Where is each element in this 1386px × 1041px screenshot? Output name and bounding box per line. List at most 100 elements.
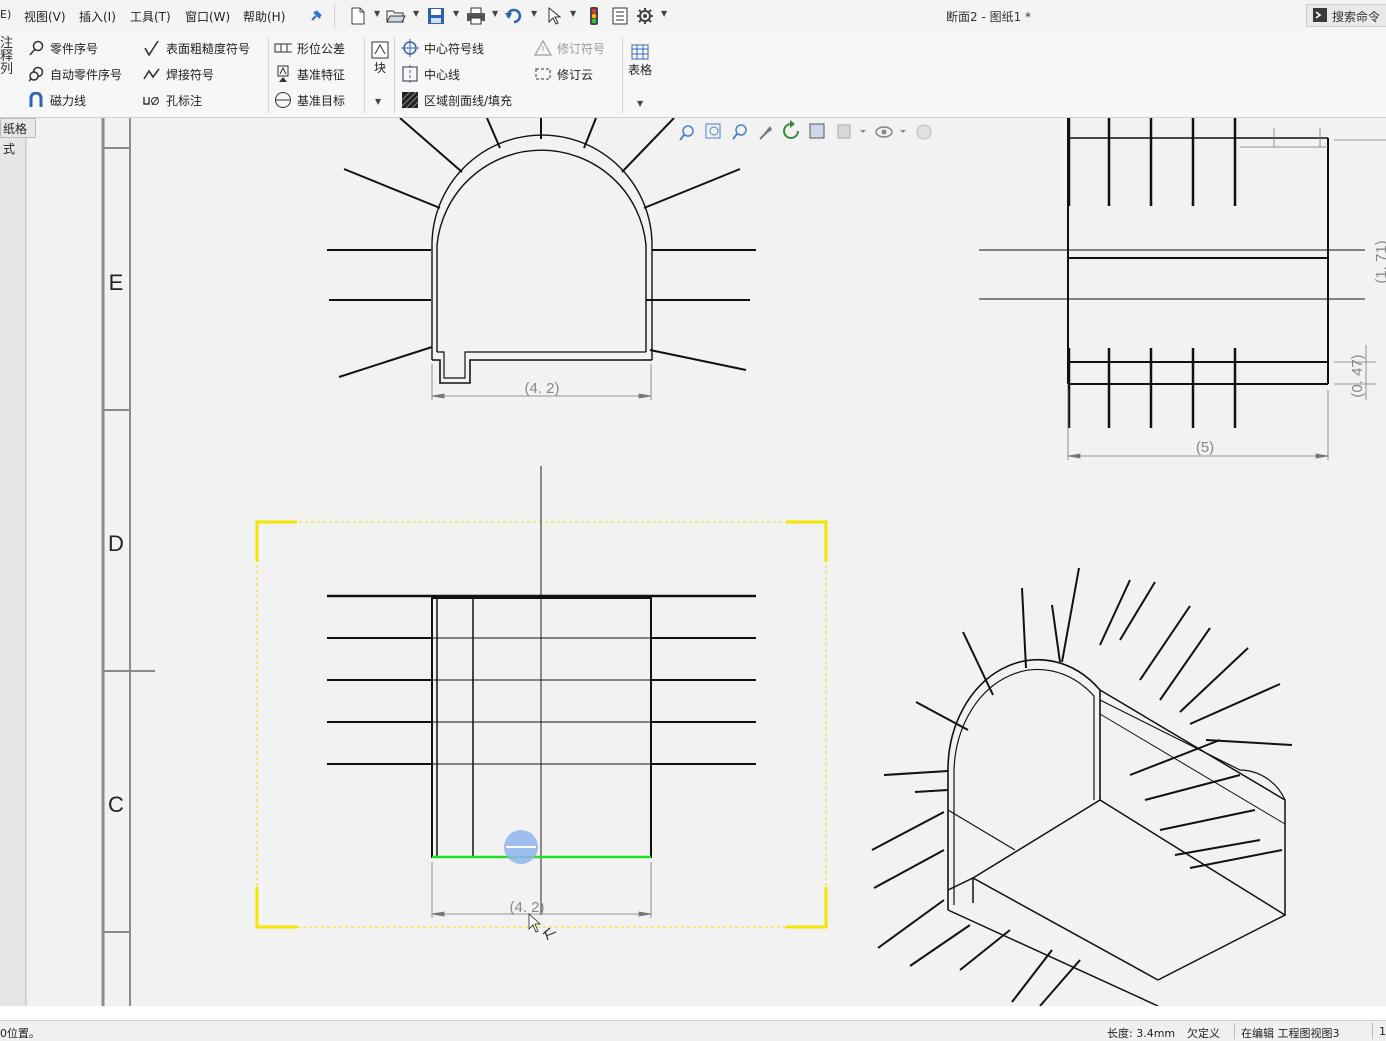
menu-insert[interactable]: 插入(I): [79, 8, 116, 25]
ribbon-separator: [622, 37, 623, 113]
centerline-icon: [401, 65, 419, 83]
area-hatch-label: 区域剖面线/填充: [424, 93, 513, 108]
chevron-down-icon[interactable]: ▼: [531, 9, 537, 18]
magnetic-line-button[interactable]: 磁力线: [27, 91, 86, 109]
menu-view[interactable]: 视图(V): [24, 8, 66, 25]
zone-border: [101, 118, 155, 1006]
options-gear-icon[interactable]: [635, 6, 655, 26]
new-document-icon[interactable]: [348, 6, 368, 26]
table-icon: [631, 43, 649, 61]
chevron-down-icon[interactable]: ▼: [453, 9, 459, 18]
weld-symbol-button[interactable]: 焊接符号: [143, 65, 214, 83]
chevron-down-icon[interactable]: ▼: [374, 9, 380, 18]
chevron-down-icon[interactable]: ▼: [375, 97, 381, 106]
center-mark-label: 中心符号线: [424, 41, 485, 56]
datum-target-button[interactable]: 基准目标: [274, 91, 345, 109]
surface-finish-icon: [143, 39, 161, 57]
status-length: 长度: 3.4mm: [1107, 1027, 1176, 1040]
front-view-dimension[interactable]: (4. 2): [509, 899, 544, 916]
chevron-down-icon[interactable]: ▼: [570, 9, 576, 18]
pin-icon[interactable]: [306, 6, 326, 26]
status-divider: [1234, 1023, 1235, 1039]
drawing-canvas[interactable]: E D C (4. 2) (4. 2) (5) (0. 47) (1. 71): [0, 118, 1386, 1006]
search-label: 搜索命令: [1332, 10, 1381, 24]
ribbon-separator: [268, 37, 269, 113]
hatch-icon: [401, 91, 419, 109]
zone-letter-e: E: [109, 270, 124, 295]
sheet-format-tab[interactable]: 纸格式: [0, 118, 36, 156]
document-title: 断面2 - 图纸1 *: [946, 10, 1032, 24]
redraw-icon[interactable]: [783, 120, 799, 139]
display-style-icon[interactable]: [837, 124, 866, 139]
hide-show-items-icon[interactable]: [875, 126, 906, 138]
undo-icon[interactable]: [504, 6, 524, 26]
chevron-down-icon[interactable]: ▼: [413, 9, 419, 18]
block-label: 块: [373, 61, 386, 75]
chevron-down-icon[interactable]: ▼: [637, 99, 643, 108]
center-mark-icon: [401, 39, 419, 57]
chevron-down-icon[interactable]: ▼: [661, 9, 667, 18]
menu-tools[interactable]: 工具(T): [130, 8, 171, 25]
open-folder-icon[interactable]: [386, 6, 406, 26]
save-icon[interactable]: [426, 6, 446, 26]
rotate-view-icon[interactable]: [759, 126, 772, 140]
select-cursor-icon[interactable]: [544, 6, 564, 26]
magnetic-line-label: 磁力线: [50, 93, 87, 108]
top-view-dimension[interactable]: (4. 2): [524, 380, 559, 397]
menu-help[interactable]: 帮助(H): [243, 8, 285, 25]
auto-balloon-label: 自动零件序号: [50, 67, 123, 82]
table-button[interactable]: 表格: [628, 43, 652, 78]
datum-feature-label: 基准特征: [297, 67, 346, 82]
zoom-to-fit-icon[interactable]: [679, 125, 694, 141]
zone-letter-d: D: [108, 531, 124, 556]
hole-callout-icon: [143, 91, 161, 109]
weld-symbol-label: 焊接符号: [166, 67, 215, 82]
status-bar: 0位置。 长度: 3.4mm 欠定义 在编辑 工程图视图3 1: [0, 1020, 1386, 1041]
auto-balloon-button[interactable]: 自动零件序号: [27, 65, 122, 83]
sheet-margin: [0, 118, 26, 1006]
geometric-tolerance-button[interactable]: 形位公差: [274, 39, 345, 57]
front-view[interactable]: [255, 466, 828, 941]
search-commands-box[interactable]: 搜索命令: [1306, 4, 1386, 27]
datum-target-icon: [274, 91, 292, 109]
chevron-down-icon[interactable]: ▼: [492, 9, 498, 18]
block-button[interactable]: 块: [371, 41, 389, 76]
auto-balloon-icon: [27, 65, 45, 83]
revision-cloud-icon: [534, 65, 552, 83]
status-page: 1: [1379, 1025, 1386, 1038]
menu-window[interactable]: 窗口(W): [185, 8, 230, 25]
centerline-button[interactable]: 中心线: [401, 65, 460, 83]
zoom-previous-icon[interactable]: [732, 124, 747, 140]
center-mark-button[interactable]: 中心符号线: [401, 39, 484, 57]
file-properties-icon[interactable]: [610, 6, 630, 26]
block-icon: [371, 41, 389, 59]
ribbon-separator: [364, 37, 365, 113]
table-label: 表格: [628, 63, 653, 77]
section-view-icon[interactable]: [809, 123, 825, 139]
hole-callout-button[interactable]: 孔标注: [143, 91, 202, 109]
revision-cloud-button[interactable]: 修订云: [534, 65, 593, 83]
appearance-icon[interactable]: [916, 124, 932, 140]
status-message: 0位置。: [0, 1027, 40, 1040]
annotation-tab-stub[interactable]: 注 释 列: [0, 37, 20, 76]
zoom-area-icon[interactable]: [705, 123, 721, 139]
isometric-view[interactable]: [871, 567, 1293, 1006]
datum-feature-icon: [274, 65, 292, 83]
top-view[interactable]: [327, 118, 756, 400]
surface-finish-button[interactable]: 表面粗糙度符号: [143, 39, 250, 57]
side-view-partial-dimension[interactable]: (1. 71): [1373, 240, 1386, 283]
rebuild-traffic-light-icon[interactable]: [584, 6, 604, 26]
datum-target-label: 基准目标: [297, 93, 346, 108]
area-hatch-button[interactable]: 区域剖面线/填充: [401, 91, 512, 109]
side-view-width-dimension[interactable]: (5): [1196, 439, 1214, 456]
side-view[interactable]: [979, 118, 1386, 460]
datum-feature-button[interactable]: 基准特征: [274, 65, 345, 83]
side-view-height-dimension[interactable]: (0. 47): [1349, 354, 1366, 397]
revision-symbol-button[interactable]: 修订符号: [534, 39, 605, 57]
zone-letter-c: C: [108, 792, 124, 817]
balloon-button[interactable]: 零件序号: [27, 39, 98, 57]
print-icon[interactable]: [466, 6, 486, 26]
drawing-sheet[interactable]: E D C (4. 2) (4. 2) (5) (0. 47) (1. 71): [0, 118, 1386, 1006]
menu-edit[interactable]: E): [0, 8, 11, 21]
heads-up-view-toolbar: [679, 120, 932, 141]
